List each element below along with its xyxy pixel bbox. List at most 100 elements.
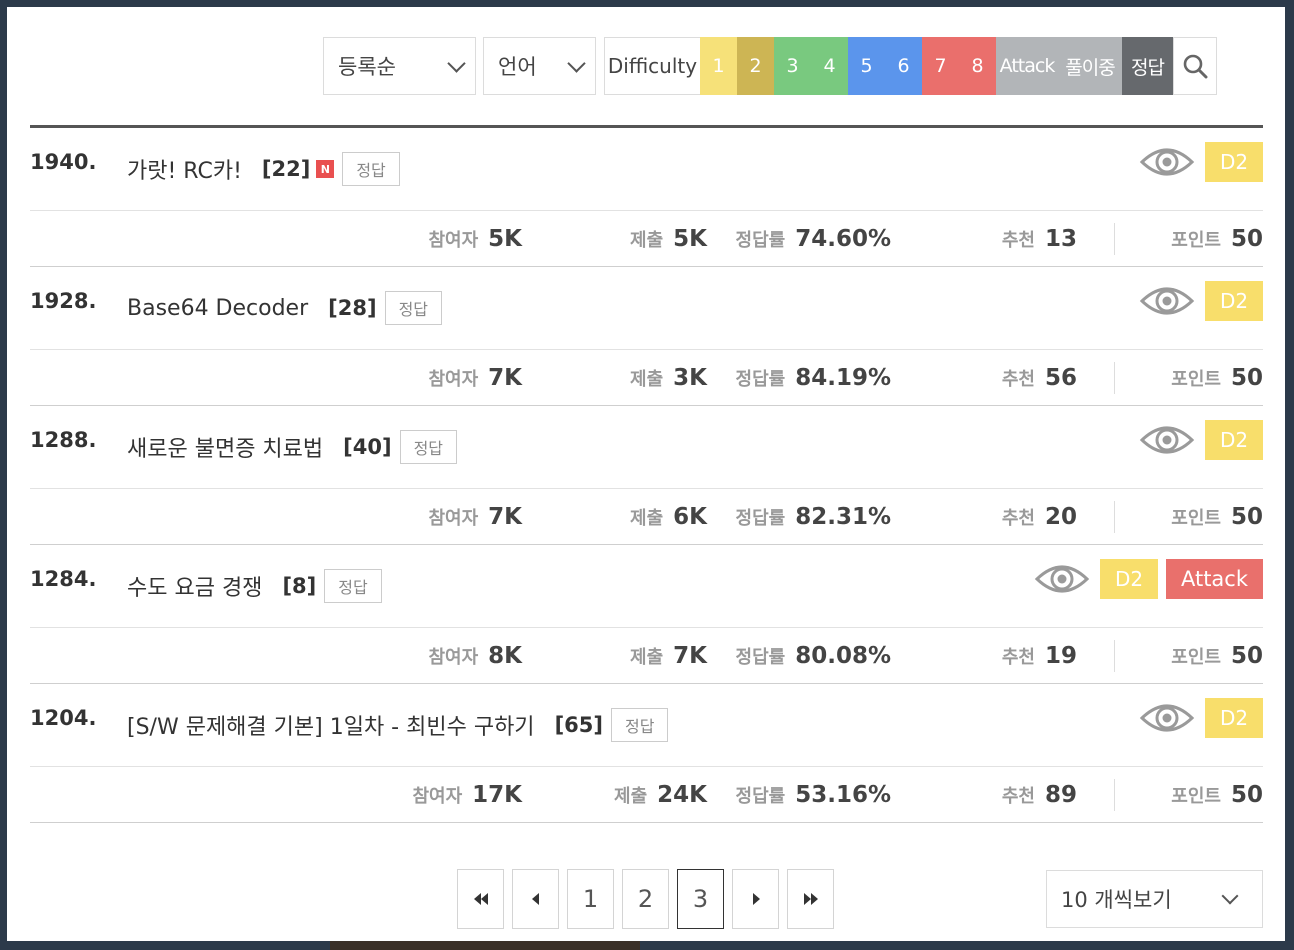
problem-tools: D2 Attack (1034, 559, 1263, 599)
participants-stat-label: 참여자 (428, 508, 479, 529)
order-select[interactable]: 등록순 (323, 37, 476, 95)
recommend-stat: 추천 13 (1002, 211, 1077, 267)
difficulty-level-7-button[interactable]: 7 (922, 37, 959, 95)
search-button[interactable] (1173, 37, 1217, 95)
recommend-stat-value: 19 (1044, 643, 1077, 669)
submissions-stat-label: 제출 (630, 230, 664, 251)
accuracy-stat-value: 74.60% (795, 226, 891, 252)
difficulty-label: Difficulty (604, 37, 700, 95)
prev-page-button[interactable] (512, 869, 559, 929)
attack-tag: Attack (1166, 559, 1263, 599)
search-icon (1183, 54, 1208, 79)
participants-stat-value: 7K (488, 504, 522, 530)
stat-divider (1114, 640, 1115, 672)
preview-button[interactable] (1139, 422, 1195, 458)
problem-title-link[interactable]: 새로운 불면증 치료법 (127, 431, 323, 463)
recommend-stat-label: 추천 (1001, 786, 1035, 807)
solving-filter-button[interactable]: 풀이중 (1058, 37, 1122, 95)
accuracy-stat-value: 84.19% (795, 365, 891, 391)
attack-filter-button[interactable]: Attack (996, 37, 1058, 95)
accuracy-stat-label: 정답률 (735, 647, 786, 668)
points-stat-value: 50 (1230, 504, 1263, 530)
stat-divider (1114, 501, 1115, 533)
problem-row: 1284. 수도 요금 경쟁 [8] 정답 D2 Attack 참여자 8K 제출 7K 정답률 80… (30, 545, 1263, 684)
first-page-button[interactable] (457, 869, 504, 929)
points-stat-value: 50 (1230, 643, 1263, 669)
last-page-button[interactable] (787, 869, 834, 929)
chevron-left-icon (531, 893, 539, 905)
preview-button[interactable] (1139, 283, 1195, 319)
accuracy-stat-value: 80.08% (795, 643, 891, 669)
points-stat-value: 50 (1230, 782, 1263, 808)
difficulty-badge: D2 (1100, 559, 1158, 599)
background-strip (330, 941, 640, 950)
problem-stats: 참여자 7K 제출 6K 정답률 82.31% 추천 20 포인트 50 (30, 489, 1263, 545)
per-page-value: 10 개씩보기 (1061, 888, 1172, 912)
recommend-stat: 추천 19 (1002, 628, 1077, 684)
preview-button[interactable] (1034, 561, 1090, 597)
problem-title-link[interactable]: [S/W 문제해결 기본] 1일차 - 최빈수 구하기 (127, 709, 535, 741)
difficulty-level-8-button[interactable]: 8 (959, 37, 996, 95)
problem-title-line: 1940. 가랏! RC카! [22] N 정답 D2 (30, 128, 1263, 211)
stat-divider (1114, 223, 1115, 255)
problem-title-group: 수도 요금 경쟁 [8] 정답 (127, 569, 382, 603)
recommend-stat-value: 89 (1044, 782, 1077, 808)
stat-divider (1114, 779, 1115, 811)
points-stat-label: 포인트 (1171, 647, 1221, 668)
next-page-button[interactable] (732, 869, 779, 929)
difficulty-level-4-button[interactable]: 4 (811, 37, 848, 95)
problem-number: 1288. (30, 428, 97, 452)
comment-count[interactable]: [65] (555, 713, 603, 737)
problem-title-line: 1928. Base64 Decoder [28] 정답 D2 (30, 267, 1263, 350)
per-page-select[interactable]: 10 개씩보기 (1046, 870, 1263, 928)
recommend-stat-label: 추천 (1001, 508, 1035, 529)
accuracy-stat: 정답률 82.31% (736, 489, 891, 545)
chevron-down-icon (447, 53, 466, 73)
difficulty-level-6-button[interactable]: 6 (885, 37, 922, 95)
new-badge: N (316, 160, 335, 178)
points-stat: 포인트 50 (1171, 767, 1263, 823)
solved-status-badge: 정답 (324, 569, 382, 603)
submissions-stat-value: 5K (673, 226, 707, 252)
problem-tools: D2 (1139, 142, 1263, 182)
eye-icon (1139, 148, 1195, 176)
solved-filter-button[interactable]: 정답 (1122, 37, 1173, 95)
recommend-stat-label: 추천 (1001, 230, 1035, 251)
participants-stat-value: 17K (472, 782, 522, 808)
problem-row: 1940. 가랏! RC카! [22] N 정답 D2 참여자 5K 제출 5K 정답률 74.60%… (30, 128, 1263, 267)
submissions-stat-label: 제출 (630, 647, 664, 668)
solved-status-badge: 정답 (610, 708, 669, 742)
chevron-right-icon (752, 893, 760, 905)
problem-title-link[interactable]: 수도 요금 경쟁 (127, 570, 262, 602)
comment-count[interactable]: [28] (328, 296, 376, 320)
problem-title-link[interactable]: 가랏! RC카! (127, 153, 242, 185)
problem-tools: D2 (1139, 281, 1263, 321)
points-stat-label: 포인트 (1171, 369, 1221, 390)
difficulty-level-5-button[interactable]: 5 (848, 37, 885, 95)
problem-number: 1284. (30, 567, 97, 591)
preview-button[interactable] (1139, 700, 1195, 736)
difficulty-level-2-button[interactable]: 2 (737, 37, 774, 95)
page-button-2[interactable]: 2 (622, 869, 669, 929)
solved-status-badge: 정답 (399, 430, 458, 464)
participants-stat: 참여자 17K (412, 767, 522, 823)
comment-count[interactable]: [40] (343, 435, 391, 459)
language-select[interactable]: 언어 (483, 37, 596, 95)
submissions-stat-value: 7K (673, 643, 707, 669)
page-button-3-current[interactable]: 3 (677, 869, 724, 929)
comment-count[interactable]: [8] (282, 574, 316, 598)
submissions-stat-label: 제출 (630, 369, 664, 390)
difficulty-level-1-button[interactable]: 1 (700, 37, 737, 95)
eye-icon (1034, 565, 1090, 593)
problem-title-link[interactable]: Base64 Decoder (127, 296, 308, 321)
problem-title-group: 새로운 불면증 치료법 [40] 정답 (127, 430, 458, 464)
accuracy-stat-label: 정답률 (735, 508, 786, 529)
comment-count[interactable]: [22] (262, 157, 310, 181)
points-stat-label: 포인트 (1171, 786, 1221, 807)
accuracy-stat-label: 정답률 (735, 786, 786, 807)
page-button-1[interactable]: 1 (567, 869, 614, 929)
points-stat: 포인트 50 (1171, 489, 1263, 545)
difficulty-level-3-button[interactable]: 3 (774, 37, 811, 95)
submissions-stat: 제출 24K (614, 767, 707, 823)
preview-button[interactable] (1139, 144, 1195, 180)
